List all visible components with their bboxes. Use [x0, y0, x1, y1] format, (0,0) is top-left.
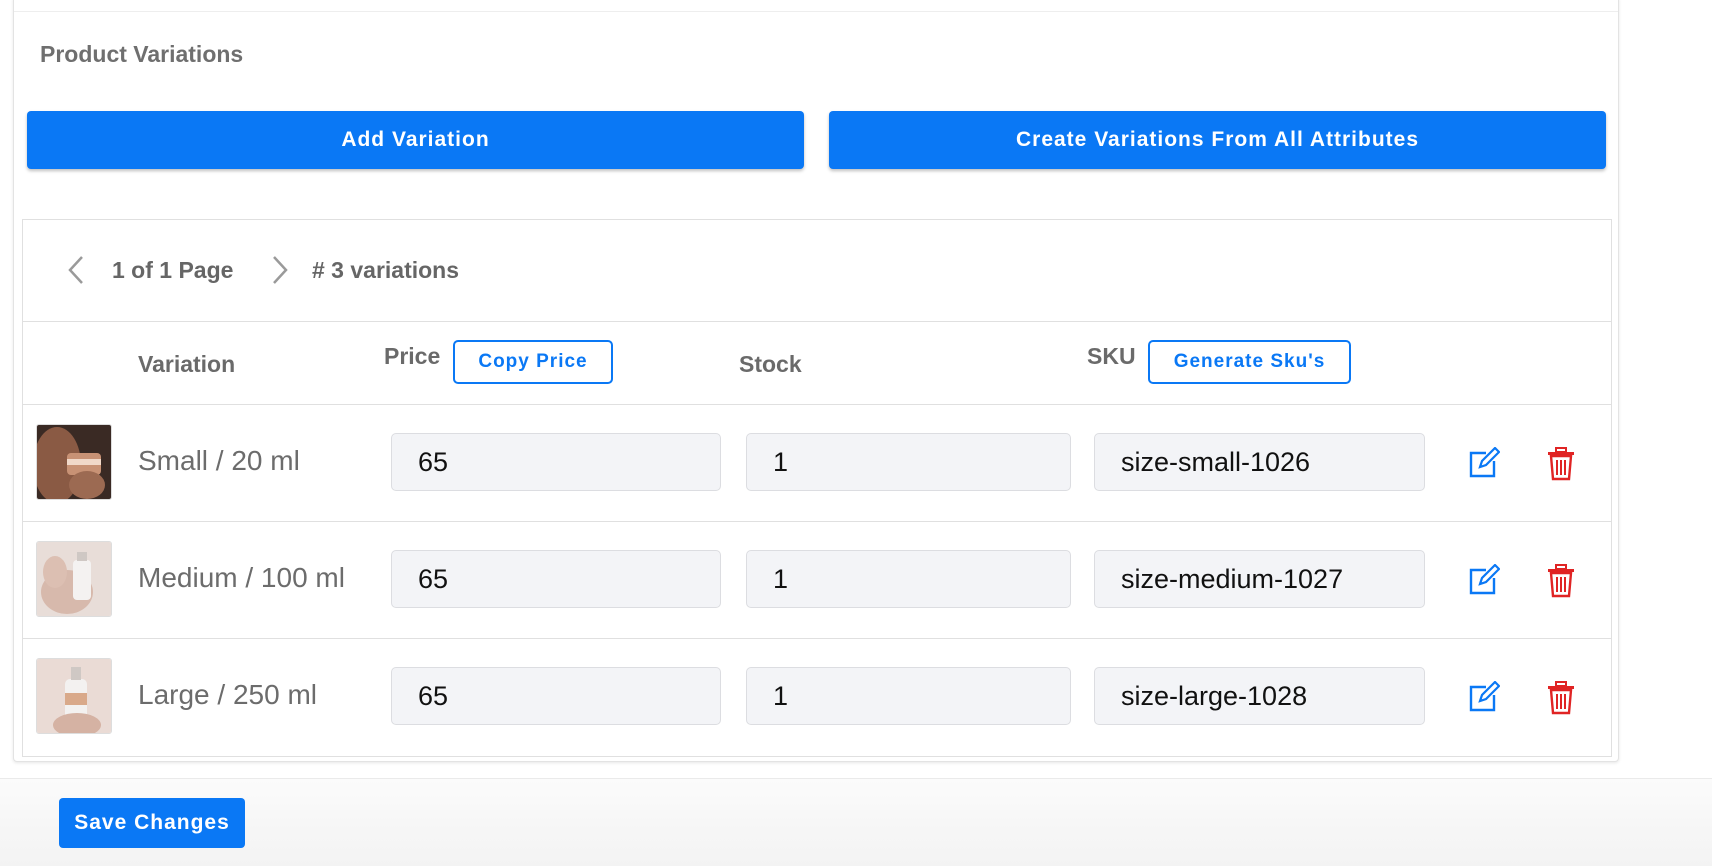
footer-bar: Save Changes	[0, 778, 1712, 866]
variation-thumbnail	[36, 658, 112, 734]
variation-name: Large / 250 ml	[138, 679, 317, 710]
edit-icon[interactable]	[1463, 678, 1503, 718]
chevron-left-icon[interactable]	[61, 250, 91, 290]
variations-count: # 3 variations	[312, 257, 460, 283]
price-input[interactable]	[391, 433, 721, 491]
sku-input[interactable]	[1094, 550, 1425, 608]
price-input[interactable]	[391, 667, 721, 725]
table-header: Variation Price Copy Price Stock SKU Gen…	[23, 322, 1611, 405]
section-title: Product Variations	[40, 41, 244, 67]
header-sku: SKU	[1087, 343, 1136, 369]
card-divider	[14, 11, 1618, 12]
variation-name: Small / 20 ml	[138, 445, 300, 476]
header-price: Price	[384, 343, 441, 369]
stock-input[interactable]	[746, 550, 1071, 608]
create-variations-button[interactable]: Create Variations From All Attributes	[829, 111, 1606, 169]
variation-thumbnail	[36, 541, 112, 617]
trash-icon[interactable]	[1541, 678, 1581, 718]
variations-table: 1 of 1 Page # 3 variations Variation Pri…	[22, 219, 1612, 757]
edit-icon[interactable]	[1463, 561, 1503, 601]
header-stock: Stock	[739, 351, 802, 377]
price-input[interactable]	[391, 550, 721, 608]
edit-icon[interactable]	[1463, 444, 1503, 484]
table-row: Small / 20 ml	[23, 405, 1611, 522]
stock-input[interactable]	[746, 433, 1071, 491]
trash-icon[interactable]	[1541, 444, 1581, 484]
save-changes-button[interactable]: Save Changes	[59, 798, 245, 848]
header-variation: Variation	[138, 351, 236, 377]
sku-input[interactable]	[1094, 667, 1425, 725]
product-variations-card: Product Variations Add Variation Create …	[13, 0, 1619, 762]
copy-price-button[interactable]: Copy Price	[453, 340, 613, 384]
table-row: Large / 250 ml	[23, 639, 1611, 756]
page-indicator: 1 of 1 Page	[112, 257, 234, 283]
variation-thumbnail	[36, 424, 112, 500]
chevron-right-icon[interactable]	[265, 250, 295, 290]
add-variation-button[interactable]: Add Variation	[27, 111, 804, 169]
variation-name: Medium / 100 ml	[138, 562, 345, 593]
trash-icon[interactable]	[1541, 561, 1581, 601]
pagination-bar: 1 of 1 Page # 3 variations	[23, 220, 1611, 322]
stock-input[interactable]	[746, 667, 1071, 725]
table-row: Medium / 100 ml	[23, 522, 1611, 639]
sku-input[interactable]	[1094, 433, 1425, 491]
generate-skus-button[interactable]: Generate Sku's	[1148, 340, 1351, 384]
